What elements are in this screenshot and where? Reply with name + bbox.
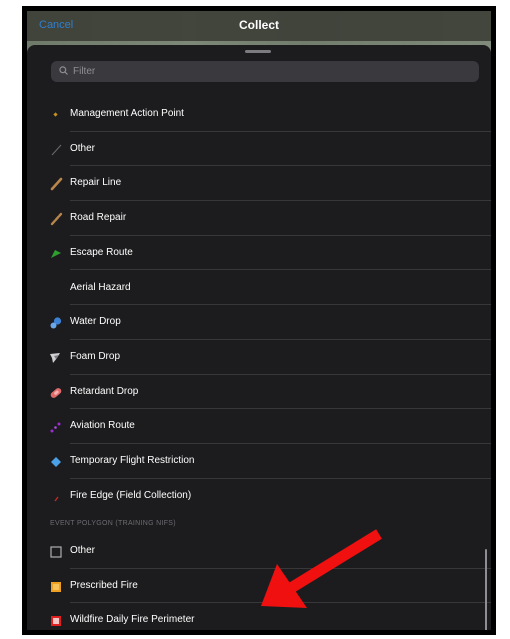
filter-input[interactable] bbox=[73, 61, 469, 82]
sheet-grabber[interactable] bbox=[245, 50, 271, 53]
list-item-label: Other bbox=[70, 545, 96, 556]
line-icon bbox=[50, 212, 63, 226]
list-item-label: Repair Line bbox=[70, 177, 122, 189]
list-item-foam-drop[interactable]: Foam Drop bbox=[27, 340, 491, 375]
list-item-label: Foam Drop bbox=[70, 350, 121, 362]
list-item-label: Prescribed Fire bbox=[70, 579, 138, 591]
list-item-label: Escape Route bbox=[70, 246, 133, 258]
list-item-label: Aviation Route bbox=[70, 420, 135, 432]
list-item-retardant-drop[interactable]: Retardant Drop bbox=[27, 375, 491, 410]
list-item-aviation-route[interactable]: Aviation Route bbox=[27, 409, 491, 444]
list-item-label: Temporary Flight Restriction bbox=[70, 455, 195, 466]
list-item-label: Other bbox=[70, 142, 96, 154]
list-item-label: Road Repair bbox=[70, 212, 127, 224]
list-item-escape-route[interactable]: Escape Route bbox=[27, 236, 491, 271]
list-item-road-repair[interactable]: Road Repair bbox=[27, 201, 491, 236]
line-icon bbox=[54, 496, 59, 502]
square-outline-icon bbox=[50, 546, 62, 558]
drops-icon bbox=[50, 352, 60, 363]
navigation-bar: Cancel Collect bbox=[27, 11, 491, 41]
list-item-other[interactable]: Other bbox=[27, 132, 491, 167]
list-item-label: Management Action Point bbox=[70, 108, 184, 119]
list-item-label: Fire Edge (Field Collection) bbox=[70, 489, 192, 501]
diamond-icon bbox=[53, 112, 58, 117]
filter-bar[interactable] bbox=[51, 61, 479, 82]
list-item-label: Wildfire Daily Fire Perimeter bbox=[70, 614, 195, 626]
section-header: EVENT POLYGON (TRAINING NIFS) bbox=[50, 520, 176, 527]
scrollbar[interactable] bbox=[485, 549, 487, 630]
square-icon bbox=[51, 581, 61, 592]
list-item-repair-line[interactable]: Repair Line bbox=[27, 166, 491, 202]
list-item-label: Aerial Hazard bbox=[70, 281, 131, 293]
search-icon bbox=[59, 66, 68, 75]
drops-icon bbox=[50, 317, 62, 329]
list-item-aerial-hazard[interactable]: Aerial Hazard bbox=[27, 271, 491, 306]
annotation-arrow-icon bbox=[261, 529, 382, 608]
arrow-icon bbox=[51, 249, 61, 258]
diamond-icon bbox=[51, 457, 61, 467]
line-icon bbox=[51, 144, 62, 156]
list-item-temporary-flight-restriction[interactable]: Temporary Flight Restriction bbox=[27, 444, 491, 479]
list-item-fire-edge[interactable]: Fire Edge (Field Collection) bbox=[27, 479, 491, 514]
list-item-label: Water Drop bbox=[70, 316, 121, 328]
drops-icon bbox=[50, 387, 62, 398]
list-item-water-drop[interactable]: Water Drop bbox=[27, 305, 491, 340]
list-item-management-action-point[interactable]: Management Action Point bbox=[27, 97, 491, 132]
list-item-label: Retardant Drop bbox=[70, 385, 139, 397]
square-icon bbox=[51, 616, 61, 627]
dotted-line-icon bbox=[50, 422, 61, 433]
page-title: Collect bbox=[238, 18, 279, 32]
line-icon bbox=[50, 178, 63, 191]
